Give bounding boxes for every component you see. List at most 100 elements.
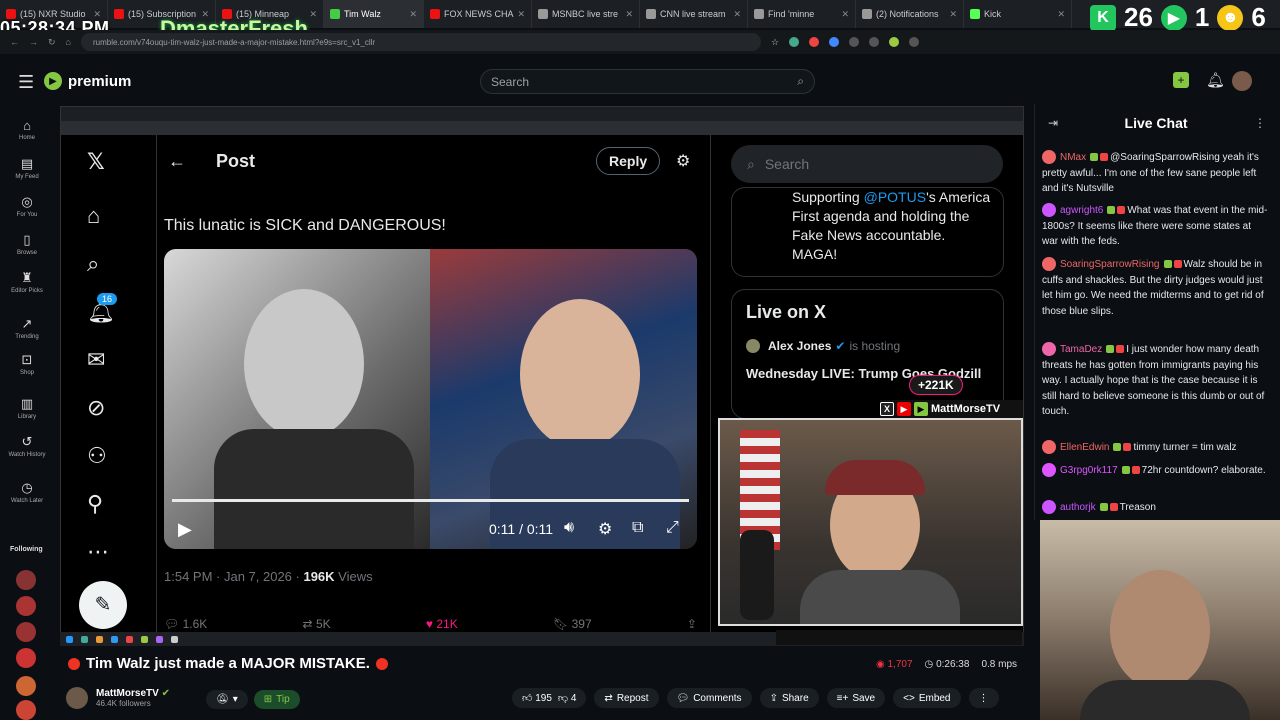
share-button[interactable]: ⇪ Share xyxy=(759,688,819,708)
pip-icon[interactable]: ⧉ xyxy=(632,519,643,537)
tab-close-icon[interactable]: ✕ xyxy=(309,9,317,20)
avatar[interactable] xyxy=(1232,71,1252,91)
x-mail-icon[interactable]: ✉ xyxy=(87,347,105,373)
save-button[interactable]: ≡+ Save xyxy=(826,688,886,708)
following-avatar[interactable] xyxy=(16,676,36,696)
browser-tab[interactable]: FOX NEWS CHA ✕ xyxy=(424,0,532,28)
following-avatar[interactable] xyxy=(16,700,36,720)
bell-icon[interactable]: 🔔︎ xyxy=(1206,71,1225,89)
repost-action[interactable]: ⇄ 5K xyxy=(303,617,331,631)
nav-item-shop[interactable]: ⊡ Shop xyxy=(0,352,54,376)
nav-item-watch-history[interactable]: ↺ Watch History xyxy=(0,434,54,458)
chat-username[interactable]: SoaringSparrowRising xyxy=(1060,259,1160,270)
chat-username[interactable]: EllenEdwin xyxy=(1060,442,1109,453)
share-icon[interactable]: ⇪ xyxy=(687,617,697,631)
x-search-icon[interactable]: ⌕ xyxy=(87,251,99,277)
chat-avatar[interactable] xyxy=(1042,342,1056,357)
extension-icon[interactable] xyxy=(889,37,900,47)
bookmark-action[interactable]: 🔖︎ 397 xyxy=(553,617,592,631)
tab-close-icon[interactable]: ✕ xyxy=(1057,9,1065,20)
nav-item-browse[interactable]: ▯ Browse xyxy=(0,232,54,256)
reply-action[interactable]: 💬︎ 1.6K xyxy=(164,617,207,631)
channel-name[interactable]: MattMorseTV ✔ xyxy=(96,688,170,699)
x-back-icon[interactable]: ← xyxy=(168,151,186,172)
browser-tab[interactable]: MSNBC live stre ✕ xyxy=(532,0,640,28)
x-profile-icon[interactable]: ⚲ xyxy=(87,491,103,517)
tip-button[interactable]: ⊞ Tip xyxy=(253,690,300,709)
tweet-video[interactable]: ▶ 0:11 / 0:11 🔊︎ ⚙ ⧉ ⤢ xyxy=(164,249,697,549)
site-logo[interactable]: ▶ premium xyxy=(44,72,131,90)
nav-item-home[interactable]: ⌂ Home xyxy=(0,118,54,141)
url-field[interactable]: rumble.com/v74ouqu-tim-walz-just-made-a-… xyxy=(80,33,761,51)
chat-username[interactable]: TamaDez xyxy=(1060,344,1102,355)
x-home-icon[interactable]: ⌂ xyxy=(87,203,100,229)
chat-username[interactable]: G3rpg0rk117 xyxy=(1060,465,1118,476)
nav-item-trending[interactable]: ↗ Trending xyxy=(0,316,54,340)
x-communities-icon[interactable]: ⚇ xyxy=(87,443,107,469)
nav-item-library[interactable]: ▥ Library xyxy=(0,396,54,420)
following-avatar[interactable] xyxy=(16,648,36,668)
chat-avatar[interactable] xyxy=(1042,257,1056,272)
channel-avatar[interactable] xyxy=(66,687,88,709)
video-play-icon[interactable]: ▶ xyxy=(178,519,192,540)
browser-tab[interactable]: Tim Walz ✕ xyxy=(324,0,424,28)
x-grok-icon[interactable]: ⊘ xyxy=(87,395,105,421)
x-compose-icon[interactable]: ✎ xyxy=(79,581,127,629)
back-icon[interactable]: ← xyxy=(10,37,19,47)
extension-icon[interactable] xyxy=(809,37,820,47)
nav-item-my-feed[interactable]: ▤ My Feed xyxy=(0,156,54,180)
channel-info[interactable]: MattMorseTV ✔ 46.4K followers xyxy=(66,687,170,709)
extension-icon[interactable] xyxy=(909,37,920,47)
chat-username[interactable]: agwright6 xyxy=(1060,205,1103,216)
x-logo-icon[interactable]: 𝕏 xyxy=(87,149,105,175)
chat-avatar[interactable] xyxy=(1042,203,1056,218)
chat-username[interactable]: authorjk xyxy=(1060,502,1096,513)
tab-close-icon[interactable]: ✕ xyxy=(949,9,957,20)
browser-tab[interactable]: (2) Notifications ✕ xyxy=(856,0,964,28)
bookmark-star-icon[interactable]: ☆ xyxy=(771,37,779,48)
chat-avatar[interactable] xyxy=(1042,440,1056,455)
forward-icon[interactable]: → xyxy=(29,37,38,47)
extension-icon[interactable] xyxy=(869,37,880,47)
chat-avatar[interactable] xyxy=(1042,463,1056,478)
following-avatar[interactable] xyxy=(16,570,36,590)
tab-close-icon[interactable]: ✕ xyxy=(733,9,741,20)
nav-item-editor-picks[interactable]: ♜ Editor Picks xyxy=(0,270,54,294)
extension-icon[interactable] xyxy=(829,37,840,47)
browser-tab[interactable]: CNN live stream ✕ xyxy=(640,0,748,28)
embed-button[interactable]: <> Embed xyxy=(893,688,961,708)
home-icon[interactable]: ⌂ xyxy=(66,37,71,47)
chat-avatar[interactable] xyxy=(1042,150,1056,165)
following-avatar[interactable] xyxy=(16,622,36,642)
fullscreen-icon[interactable]: ⤢ xyxy=(666,519,679,537)
following-avatar[interactable] xyxy=(16,596,36,616)
volume-icon[interactable]: 🔊︎ xyxy=(564,519,574,537)
video-settings-icon[interactable]: ⚙ xyxy=(598,519,612,539)
extension-icon[interactable] xyxy=(849,37,860,47)
x-settings-icon[interactable]: ⚙ xyxy=(676,151,690,171)
chat-avatar[interactable] xyxy=(1042,500,1056,515)
x-more-icon[interactable]: ⋯ xyxy=(87,539,109,565)
search-input[interactable]: Search ⌕ xyxy=(480,69,815,94)
extension-icon[interactable] xyxy=(789,37,800,47)
reload-icon[interactable]: ↻ xyxy=(48,37,56,48)
browser-tab[interactable]: Find 'minne ✕ xyxy=(748,0,856,28)
tab-close-icon[interactable]: ✕ xyxy=(841,9,849,20)
like-action[interactable]: ♥ 21K xyxy=(426,617,458,631)
bio-mention[interactable]: @POTUS xyxy=(864,189,926,205)
tab-close-icon[interactable]: ✕ xyxy=(625,9,633,20)
browser-tab[interactable]: Kick ✕ xyxy=(964,0,1072,28)
x-search-input[interactable]: ⌕ Search xyxy=(731,145,1003,183)
search-icon[interactable]: ⌕ xyxy=(797,74,804,89)
tab-close-icon[interactable]: ✕ xyxy=(409,9,417,20)
chat-username[interactable]: NMax xyxy=(1060,152,1086,163)
dislike-button[interactable]: 👎︎ 4 xyxy=(558,692,577,704)
tab-close-icon[interactable]: ✕ xyxy=(518,9,526,20)
like-button[interactable]: 👍︎ 195 xyxy=(522,692,552,704)
comments-button[interactable]: 💬︎ Comments xyxy=(666,688,752,708)
nav-item-for-you[interactable]: ◎ For You xyxy=(0,194,54,218)
nav-item-watch-later[interactable]: ◷ Watch Later xyxy=(0,480,54,504)
upload-icon[interactable]: + xyxy=(1173,72,1189,88)
more-options-icon[interactable]: ⋮ xyxy=(968,688,999,708)
chat-menu-icon[interactable]: ⋮ xyxy=(1254,116,1266,130)
